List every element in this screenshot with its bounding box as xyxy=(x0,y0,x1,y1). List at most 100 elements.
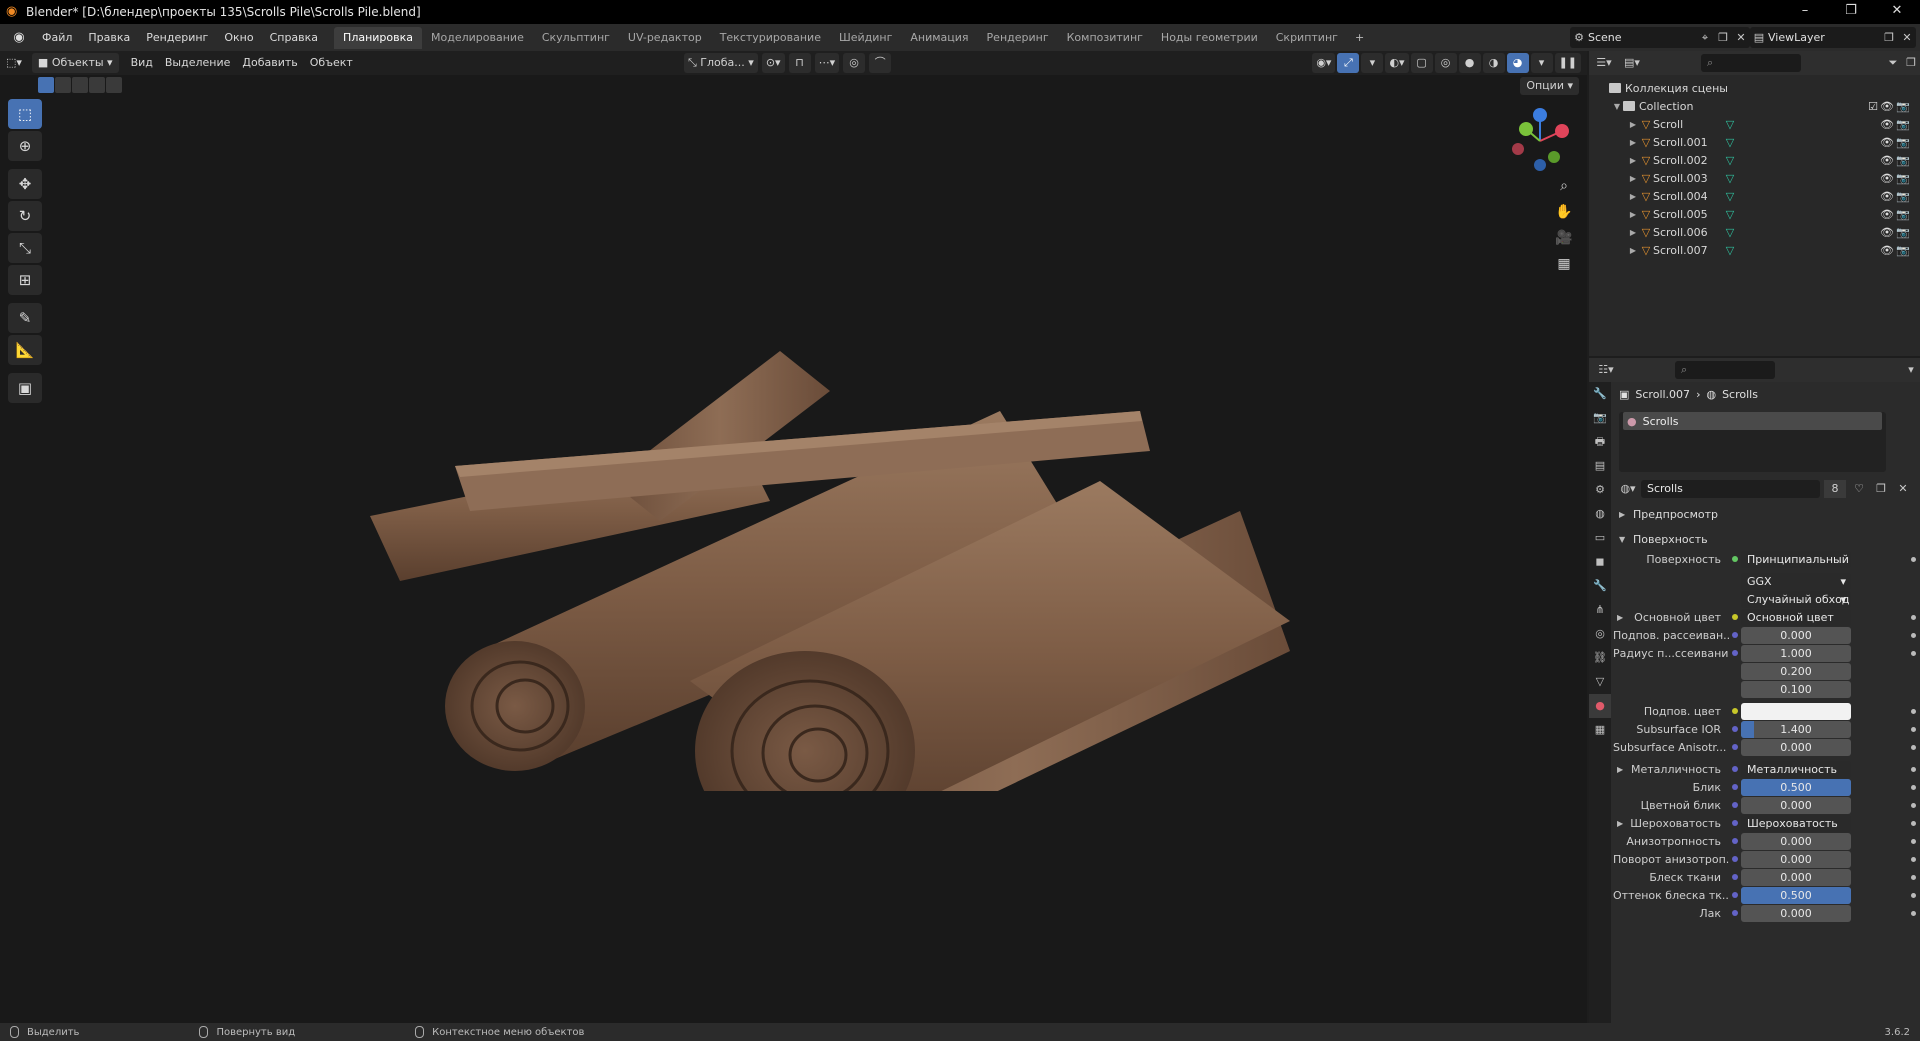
checkbox-icon[interactable]: ☑ xyxy=(1868,100,1878,113)
viewport-menu-item[interactable]: Вид xyxy=(125,53,159,73)
minimize-button[interactable]: – xyxy=(1782,0,1828,24)
socket-icon[interactable] xyxy=(1729,763,1741,775)
outliner-object-row[interactable]: ▶ ▽ Scroll.001 ▽ 👁 📷 xyxy=(1589,133,1920,151)
world-tab-icon[interactable]: ◍ xyxy=(1589,502,1611,526)
socket-icon[interactable] xyxy=(1729,705,1741,717)
socket-icon[interactable] xyxy=(1729,723,1741,735)
select-new-icon[interactable] xyxy=(38,77,54,93)
outliner-object-row[interactable]: ▶ ▽ Scroll.003 ▽ 👁 📷 xyxy=(1589,169,1920,187)
property-value-field[interactable]: GGX ▾ xyxy=(1741,572,1851,590)
eye-icon[interactable]: 👁 xyxy=(1880,208,1894,221)
property-value-field[interactable]: 0.500 xyxy=(1741,778,1851,796)
expand-arrow-icon[interactable]: ▼ xyxy=(1611,102,1623,111)
menu-item[interactable]: Окно xyxy=(216,24,261,51)
workspace-tab[interactable]: Скриптинг xyxy=(1267,27,1347,49)
add-cube-tool-icon[interactable]: ▣ xyxy=(8,373,42,403)
socket-icon[interactable] xyxy=(1729,907,1741,919)
keyframe-dot-icon[interactable] xyxy=(1911,856,1916,862)
socket-icon[interactable] xyxy=(1729,889,1741,901)
menu-item[interactable]: Правка xyxy=(80,24,138,51)
expand-arrow-icon[interactable]: ▶ xyxy=(1627,120,1639,129)
modifier-tab-icon[interactable]: 🔧 xyxy=(1589,574,1611,598)
keyframe-dot-icon[interactable] xyxy=(1911,744,1916,750)
expand-arrow-icon[interactable]: ▶ xyxy=(1627,192,1639,201)
collection-row[interactable]: ▼ Collection ☑ 👁 📷 xyxy=(1589,97,1920,115)
zoom-icon[interactable]: ⌕ xyxy=(1552,174,1576,198)
socket-icon[interactable] xyxy=(1729,647,1741,659)
eye-icon[interactable]: 👁 xyxy=(1880,136,1894,149)
gizmo-dropdown-icon[interactable]: ▾ xyxy=(1361,53,1384,73)
render-camera-icon[interactable]: 📷 xyxy=(1896,244,1910,257)
gizmo-y-icon[interactable] xyxy=(1519,122,1533,136)
keyframe-dot-icon[interactable] xyxy=(1911,838,1916,844)
blender-menu-icon[interactable]: ◉ xyxy=(8,27,30,49)
render-camera-icon[interactable]: 📷 xyxy=(1896,172,1910,185)
socket-icon[interactable] xyxy=(1729,871,1741,883)
surface-panel-header[interactable]: ▼ Поверхность xyxy=(1619,528,1914,550)
scene-tab-icon[interactable]: ⚙ xyxy=(1589,478,1611,502)
mesh-data-icon[interactable]: ▽ xyxy=(1723,190,1737,203)
constraints-tab-icon[interactable]: ⛓ xyxy=(1589,646,1611,670)
gizmo-neg-z-icon[interactable] xyxy=(1534,159,1546,171)
workspace-tab[interactable]: Текстурирование xyxy=(711,27,830,49)
falloff-icon[interactable]: ⌒ xyxy=(869,53,892,73)
property-value-field[interactable]: Основной цвет xyxy=(1741,608,1851,626)
mesh-data-icon[interactable]: ▽ xyxy=(1723,244,1737,257)
eye-icon[interactable]: 👁 xyxy=(1880,172,1894,185)
properties-search-input[interactable]: ⌕ xyxy=(1675,361,1775,379)
workspace-tab[interactable]: Композитинг xyxy=(1058,27,1152,49)
keyframe-dot-icon[interactable] xyxy=(1911,726,1916,732)
workspace-tab[interactable]: Рендеринг xyxy=(978,27,1058,49)
display-mode-icon[interactable]: ▤▾ xyxy=(1623,54,1641,72)
property-value-field[interactable]: 0.000 xyxy=(1741,832,1851,850)
mesh-data-icon[interactable]: ▽ xyxy=(1723,118,1737,131)
preview-panel-header[interactable]: ▶ Предпросмотр xyxy=(1619,503,1914,525)
material-browse-icon[interactable]: ◍▾ xyxy=(1619,480,1637,498)
editor-type-icon[interactable]: ⬚▾ xyxy=(0,53,28,73)
viewport-menu-item[interactable]: Добавить xyxy=(236,53,303,73)
expand-arrow-icon[interactable]: ▶ xyxy=(1627,246,1639,255)
pivot-icon[interactable]: ⊙▾ xyxy=(761,53,785,73)
keyframe-dot-icon[interactable] xyxy=(1911,784,1916,790)
render-camera-icon[interactable]: 📷 xyxy=(1896,190,1910,203)
measure-tool-icon[interactable]: 📐 xyxy=(8,335,42,365)
keyframe-dot-icon[interactable] xyxy=(1911,874,1916,880)
new-scene-icon[interactable]: ❐ xyxy=(1714,29,1732,47)
properties-editor-icon[interactable]: ☷▾ xyxy=(1597,361,1615,379)
render-camera-icon[interactable]: 📷 xyxy=(1896,136,1910,149)
socket-icon[interactable] xyxy=(1729,629,1741,641)
mesh-data-icon[interactable]: ▽ xyxy=(1723,226,1737,239)
perspective-grid-icon[interactable]: ▦ xyxy=(1552,252,1576,276)
duplicate-material-icon[interactable]: ❐ xyxy=(1872,480,1890,498)
navigation-gizmo[interactable] xyxy=(1500,101,1580,181)
remove-scene-icon[interactable]: ✕ xyxy=(1732,29,1750,47)
select-extend-icon[interactable] xyxy=(55,77,71,93)
menu-item[interactable]: Справка xyxy=(262,24,326,51)
expand-arrow-icon[interactable]: ▶ xyxy=(1617,613,1623,622)
property-value-field[interactable]: Принципиальный BSDF xyxy=(1741,550,1851,568)
keyframe-dot-icon[interactable] xyxy=(1911,614,1916,620)
shading-dropdown-icon[interactable]: ▾ xyxy=(1530,53,1553,73)
menu-item[interactable]: Рендеринг xyxy=(138,24,216,51)
outliner-search-input[interactable]: ⌕ xyxy=(1701,54,1801,72)
workspace-tab[interactable]: Скульптинг xyxy=(533,27,619,49)
property-value-field[interactable]: 1.000 xyxy=(1741,644,1851,662)
socket-icon[interactable] xyxy=(1729,553,1741,565)
keyframe-dot-icon[interactable] xyxy=(1911,766,1916,772)
render-camera-icon[interactable]: 📷 xyxy=(1896,100,1910,113)
workspace-tab[interactable]: Планировка xyxy=(334,26,423,49)
mesh-data-icon[interactable]: ▽ xyxy=(1723,208,1737,221)
options-dropdown[interactable]: Опции ▾ xyxy=(1520,77,1579,95)
render-camera-icon[interactable]: 📷 xyxy=(1896,118,1910,131)
property-value-field[interactable]: 0.000 xyxy=(1741,850,1851,868)
expand-arrow-icon[interactable]: ▶ xyxy=(1627,138,1639,147)
rendered-shading-icon[interactable]: ◕ xyxy=(1506,53,1529,73)
property-value-field[interactable]: 0.100 xyxy=(1741,680,1851,698)
mesh-data-icon[interactable]: ▽ xyxy=(1723,154,1737,167)
move-tool-icon[interactable]: ✥ xyxy=(8,169,42,199)
proportional-edit-icon[interactable]: ◎ xyxy=(843,53,866,73)
material-slot-list[interactable]: ● Scrolls xyxy=(1619,412,1886,472)
3d-viewport[interactable]: ⬚▾ ■ Объекты ▾ Вид Выделение Добавить Объек… xyxy=(0,51,1587,1023)
keyframe-dot-icon[interactable] xyxy=(1911,632,1916,638)
particles-tab-icon[interactable]: ⋔ xyxy=(1589,598,1611,622)
